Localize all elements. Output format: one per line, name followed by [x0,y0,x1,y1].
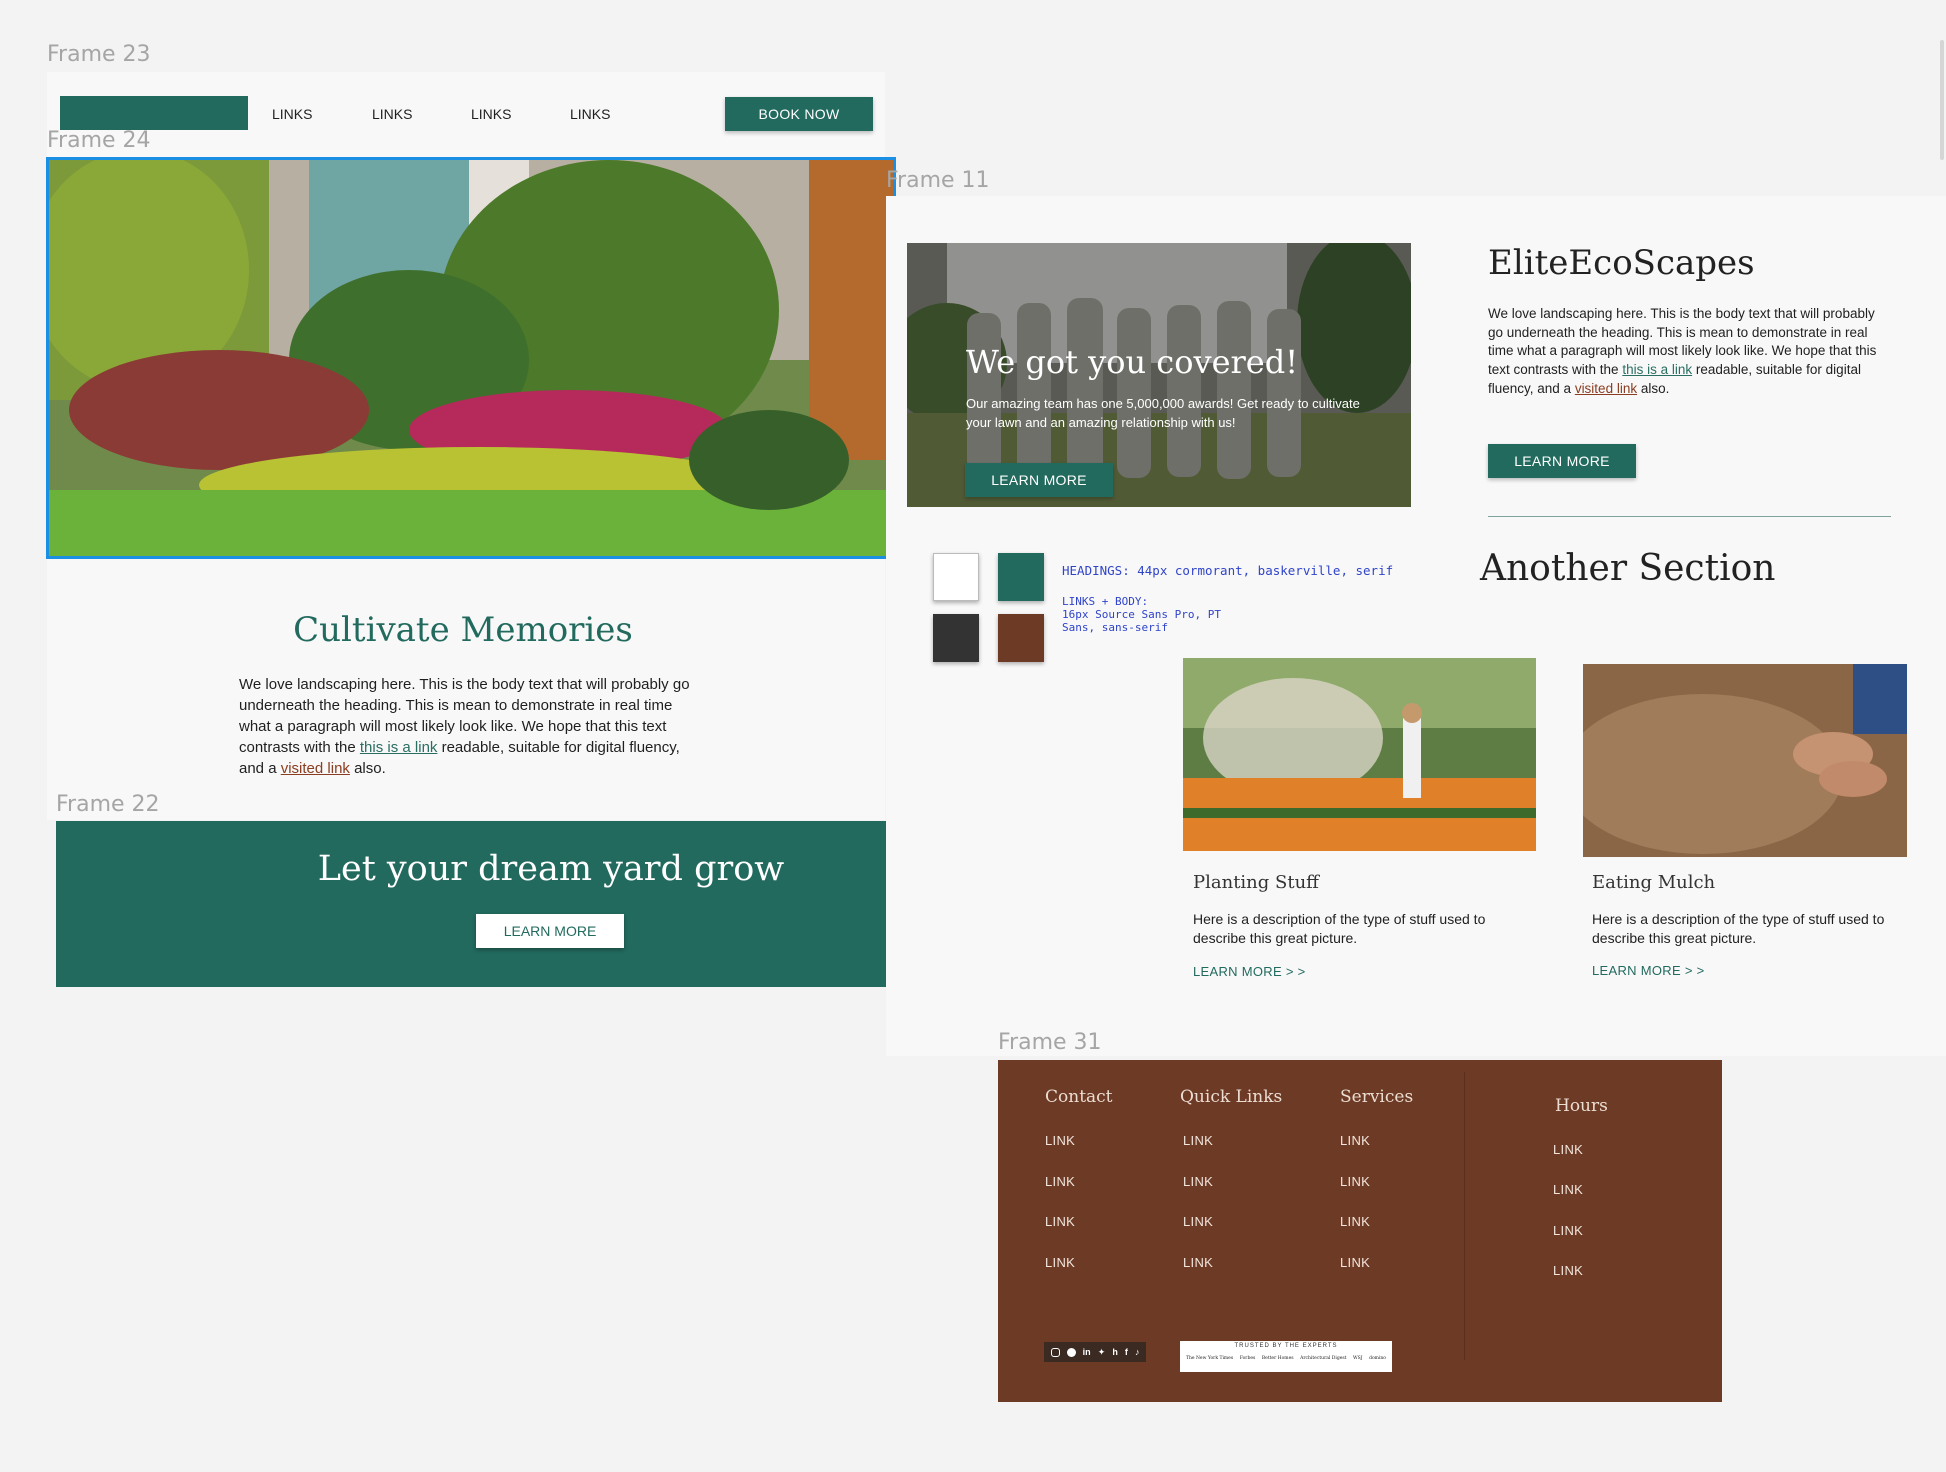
canvas-scrollbar[interactable] [1940,40,1944,160]
press-logos: The New York Times Forbes Better Homes A… [1186,1356,1386,1361]
book-now-button[interactable]: BOOK NOW [725,97,873,131]
brand-body-3: also. [1637,380,1670,396]
card-2-image [1583,664,1907,857]
garden-illustration [49,160,893,556]
nav-link-4[interactable]: LINKS [570,106,610,122]
press-logo-forbes: Forbes [1239,1356,1256,1361]
footer-contact-link-3[interactable]: LINK [1045,1214,1075,1229]
footer-hours-link-2[interactable]: LINK [1553,1182,1583,1197]
site-footer: Contact Quick Links Services Hours LINK … [998,1060,1722,1402]
pinterest-icon[interactable] [1066,1347,1076,1357]
frame-23-label: Frame 23 [47,42,151,67]
card-1-title: Planting Stuff [1193,872,1319,893]
footer-hours-heading: Hours [1555,1096,1608,1116]
swatch-brown [998,614,1044,662]
instagram-icon[interactable] [1050,1347,1060,1357]
section-divider [1488,516,1891,517]
trusted-text: TRUSTED BY THE EXPERTS [1234,1343,1338,1349]
style-guide-headings: HEADINGS: 44px cormorant, baskerville, s… [1062,563,1394,578]
swatch-green [998,553,1044,601]
brand-visited-link[interactable]: visited link [1575,381,1637,396]
style-guide-links-1: LINKS + BODY: [1062,595,1149,608]
soil-illustration [1583,664,1907,857]
twitter-icon[interactable]: ✦ [1098,1347,1106,1358]
team-heading: We got you covered! [966,343,1299,381]
banner-learn-more-button[interactable]: LEARN MORE [476,914,624,948]
brand-heading: EliteEcoScapes [1488,243,1755,283]
press-logo-ad: Architectural Digest [1300,1356,1347,1361]
style-guide-links-2: 16px Source Sans Pro, PT [1062,608,1221,621]
footer-services-link-4[interactable]: LINK [1340,1255,1370,1270]
intro-paragraph: We love landscaping here. This is the bo… [239,674,699,779]
press-logo-nyt: The New York Times [1186,1356,1234,1361]
another-section-heading: Another Section [1480,548,1776,589]
footer-quick-link-4[interactable]: LINK [1183,1255,1213,1270]
press-logo-wsj: WSJ [1353,1356,1363,1361]
nav-link-3[interactable]: LINKS [471,106,511,122]
frame-31-label: Frame 31 [998,1030,1102,1055]
nav-link-2[interactable]: LINKS [372,106,412,122]
footer-hours-link-3[interactable]: LINK [1553,1223,1583,1238]
brand-paragraph: We love landscaping here. This is the bo… [1488,305,1893,399]
card-2-desc: Here is a description of the type of stu… [1592,911,1885,946]
houzz-icon[interactable]: h [1112,1347,1118,1357]
frame-24-label: Frame 24 [47,128,151,153]
facebook-icon[interactable]: f [1125,1347,1128,1357]
card-2-learn-more-link[interactable]: LEARN MORE > > [1592,963,1705,978]
intro-heading: Cultivate Memories [293,610,633,650]
intro-body-3: also. [349,760,386,777]
team-learn-more-button[interactable]: LEARN MORE [965,463,1113,497]
footer-contact-link-2[interactable]: LINK [1045,1174,1075,1189]
footer-contact-link-1[interactable]: LINK [1045,1133,1075,1148]
logo-placeholder[interactable] [60,96,248,130]
footer-services-link-2[interactable]: LINK [1340,1174,1370,1189]
frame-22-label: Frame 22 [56,792,160,817]
trusted-badge: TRUSTED BY THE EXPERTS The New York Time… [1180,1341,1392,1372]
card-1-image [1183,658,1536,851]
intro-visited-link[interactable]: visited link [281,760,350,777]
footer-quick-links-heading: Quick Links [1180,1087,1283,1107]
team-hero: We got you covered! Our amazing team has… [907,243,1411,507]
footer-hours-link-1[interactable]: LINK [1553,1142,1583,1157]
hero-image [46,157,896,559]
intro-link[interactable]: this is a link [360,739,438,756]
press-logo-bhg: Better Homes [1261,1356,1294,1361]
footer-hours-link-4[interactable]: LINK [1553,1263,1583,1278]
swatch-dark [933,614,979,662]
card-2-title: Eating Mulch [1592,872,1716,893]
tiktok-icon[interactable]: ♪ [1135,1347,1140,1357]
footer-quick-link-2[interactable]: LINK [1183,1174,1213,1189]
top-navbar: LINKS LINKS LINKS LINKS BOOK NOW [47,72,885,160]
card-1-learn-more-link[interactable]: LEARN MORE > > [1193,964,1306,979]
press-logo-domino: domino [1369,1356,1386,1361]
watering-illustration [1183,658,1536,851]
team-body: Our amazing team has one 5,000,000 award… [966,396,1360,430]
nav-link-1[interactable]: LINKS [272,106,312,122]
style-guide-links-3: Sans, sans-serif [1062,621,1168,634]
brand-link[interactable]: this is a link [1622,362,1692,377]
footer-services-link-3[interactable]: LINK [1340,1214,1370,1229]
linkedin-icon[interactable]: in [1083,1347,1091,1357]
footer-contact-heading: Contact [1045,1087,1113,1107]
footer-contact-link-4[interactable]: LINK [1045,1255,1075,1270]
footer-services-heading: Services [1340,1087,1414,1107]
footer-quick-link-3[interactable]: LINK [1183,1214,1213,1229]
card-1-desc: Here is a description of the type of stu… [1193,911,1486,946]
footer-services-link-1[interactable]: LINK [1340,1133,1370,1148]
brand-learn-more-button[interactable]: LEARN MORE [1488,444,1636,478]
social-icons-bar: in ✦ h f ♪ [1044,1342,1146,1362]
frame-11-label: Frame 11 [886,168,990,193]
footer-quick-link-1[interactable]: LINK [1183,1133,1213,1148]
swatch-white [933,553,979,601]
footer-divider [1464,1072,1465,1360]
